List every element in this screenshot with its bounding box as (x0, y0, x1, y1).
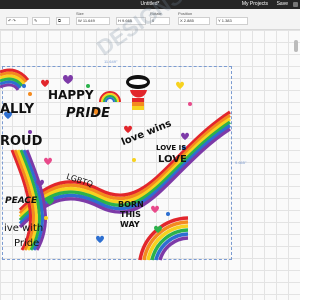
happy-text: HAPPY (48, 88, 94, 102)
love-is-love-line1: LOVE IS (156, 144, 187, 152)
ally-text: ALLY (0, 102, 35, 117)
born-this-way-line1: BORN (118, 200, 144, 209)
peace-text: PEACE (5, 196, 38, 206)
rainbow-arc-corner (138, 216, 189, 261)
born-this-way-line2: THIS (120, 210, 141, 219)
pride-text: PRIDE (66, 106, 111, 121)
rainbow-small (99, 91, 121, 103)
born-this-way-line3: WAY (120, 220, 140, 229)
love-is-love-line2: LOVE (158, 154, 187, 165)
proud-text: ROUD (0, 134, 43, 149)
live-with-pride-line1: ive with (4, 223, 44, 234)
live-with-pride-line2: Pride (14, 238, 40, 249)
